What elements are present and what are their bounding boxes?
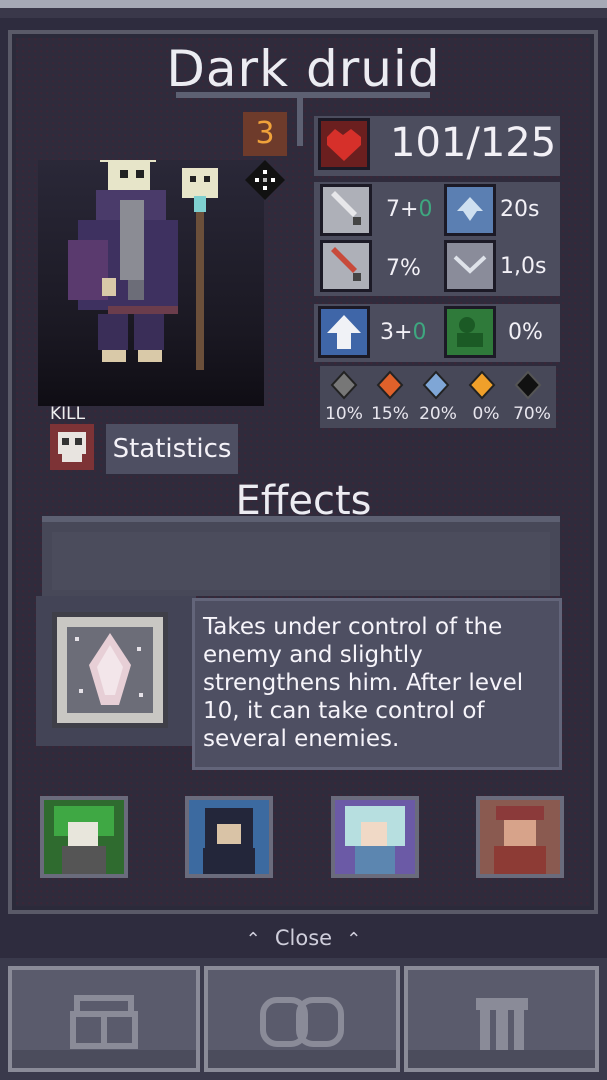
attack-bonus: 0 <box>418 197 433 222</box>
mind-control-crystal-icon[interactable] <box>52 612 168 728</box>
bottom-nav <box>0 958 607 1080</box>
ally-portrait-1[interactable] <box>40 796 128 878</box>
sword-icon <box>320 184 372 236</box>
title-underline <box>176 92 430 98</box>
attack-speed-icon <box>444 184 496 236</box>
dodge-icon <box>444 306 496 358</box>
dark-resist-value: 70% <box>513 404 551 424</box>
ally-portrait-2[interactable] <box>185 796 273 878</box>
fire-resist-value: 15% <box>371 404 409 424</box>
effects-panel <box>42 516 560 596</box>
crit-sword-icon <box>320 240 372 292</box>
dodge-value: 0% <box>508 320 543 345</box>
cooldown-value: 1,0s <box>500 254 547 279</box>
armor-up-icon <box>318 306 370 358</box>
title-connector <box>297 96 303 146</box>
ally-portrait-4[interactable] <box>476 796 564 878</box>
close-button[interactable]: ⌃ Close ⌃ <box>0 926 607 950</box>
resistances-row: 10% 15% 20% 0% 70% <box>320 366 556 428</box>
chest-icon <box>70 995 138 1049</box>
close-label: Close <box>274 926 333 950</box>
neutral-resist-icon <box>324 370 364 400</box>
heart-icon <box>318 118 370 170</box>
kill-label: KILL <box>50 404 86 424</box>
neutral-resist-value: 10% <box>325 404 363 424</box>
dark-element-icon <box>243 158 287 202</box>
fire-resist-icon <box>370 370 410 400</box>
ice-resist-icon <box>416 370 456 400</box>
lightning-resist-icon <box>462 370 502 400</box>
ally-portrait-3[interactable] <box>331 796 419 878</box>
ability-description-panel: Takes under control of the enemy and sli… <box>192 598 562 770</box>
lightning-resist-value: 0% <box>472 404 500 424</box>
inventory-tab[interactable] <box>8 966 200 1072</box>
top-bar <box>0 0 607 26</box>
statistics-button[interactable]: Statistics <box>106 424 238 474</box>
skull-kill-icon[interactable] <box>50 424 94 470</box>
chevron-up-icon: ⌃ <box>245 929 261 950</box>
attack-base: 7+ <box>386 197 419 222</box>
dark-druid-sprite <box>68 120 218 370</box>
attack-speed-value: 20s <box>500 197 540 222</box>
unit-name: Dark druid <box>166 40 441 98</box>
defense-base: 3+ <box>380 320 413 345</box>
armor-icon <box>475 998 528 1050</box>
ability-description: Takes under control of the enemy and sli… <box>203 614 524 752</box>
hp-value: 101/125 <box>390 120 557 166</box>
unit-level-badge: 3 <box>243 112 287 156</box>
unit-portrait <box>38 120 264 406</box>
defense-value: 3+0 <box>380 320 426 345</box>
armor-tab[interactable] <box>404 966 599 1072</box>
rings-icon <box>260 997 344 1047</box>
merge-tab[interactable] <box>204 966 400 1072</box>
ice-resist-value: 20% <box>419 404 457 424</box>
crit-chance-value: 7% <box>386 256 421 281</box>
cooldown-icon <box>444 240 496 292</box>
chevron-up-icon: ⌃ <box>346 929 362 950</box>
defense-bonus: 0 <box>412 320 427 345</box>
dark-resist-icon <box>508 370 548 400</box>
attack-value: 7+0 <box>386 197 432 222</box>
